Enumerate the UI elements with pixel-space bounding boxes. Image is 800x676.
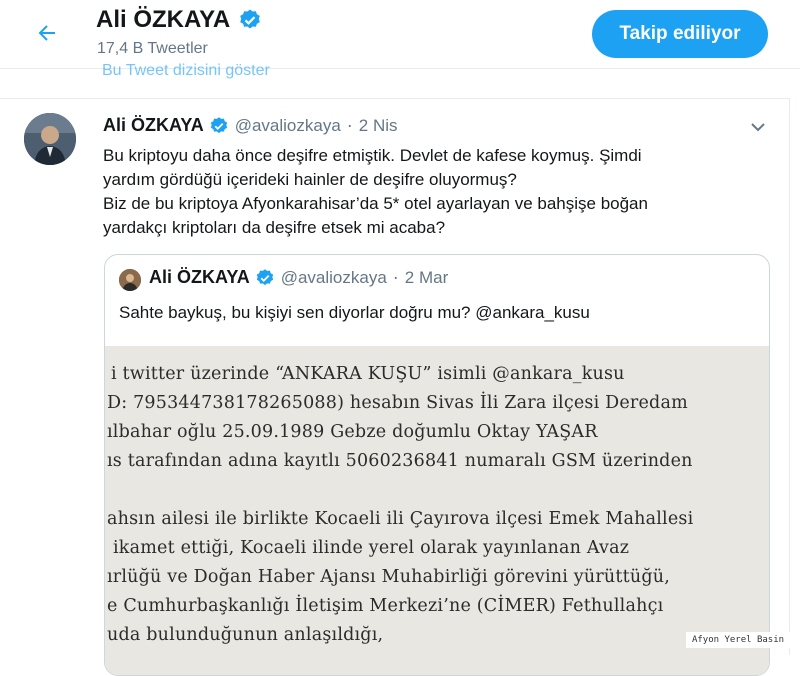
document-line: ıs tarafından adına kayıtlı 5060236841 n…: [107, 451, 693, 471]
watermark: Afyon Yerel Basin: [686, 632, 790, 648]
quoted-text: Sahte baykuş, bu kişiyi sen diyorlar doğ…: [119, 303, 590, 322]
chevron-down-icon: [751, 123, 765, 132]
document-line: ılbahar oğlu 25.09.1989 Gebze doğumlu Ok…: [107, 422, 598, 442]
document-line: ikamet ettiği, Kocaeli ilinde yerel olar…: [113, 538, 630, 558]
document-line: ırlüğü ve Doğan Haber Ajansı Muhabirliği…: [107, 567, 670, 587]
document-line: e Cumhurbaşkanlığı İletişim Merkezi’ne (…: [107, 596, 664, 616]
quoted-document-image[interactable]: i twitter üzerinde “ANKARA KUŞU” isimli …: [105, 346, 769, 675]
document-line: uda bulunduğunun anlaşıldığı,: [107, 625, 384, 645]
tweet-text-line: yardakçı kriptoları da deşifre etsek mi …: [103, 218, 446, 237]
profile-name: Ali ÖZKAYA: [96, 6, 262, 34]
quoted-author[interactable]: Ali ÖZKAYA @avaliozkaya · 2 Mar: [149, 267, 448, 288]
avatar-image: [24, 113, 76, 165]
profile-name-text: Ali ÖZKAYA: [96, 6, 231, 33]
separator-dot: ·: [346, 115, 353, 135]
document-line: ahsın ailesi ile birlikte Kocaeli ili Ça…: [107, 509, 694, 529]
profile-header: Ali ÖZKAYA 17,4 B Tweetler Takip ediliyo…: [0, 0, 800, 69]
tweet[interactable]: Ali ÖZKAYA @avaliozkaya · 2 Nis Bu kript…: [0, 98, 790, 676]
tweet-text-line: Bu kriptoyu daha önce deşifre etmiştik. …: [103, 146, 642, 165]
avatar[interactable]: [119, 269, 141, 291]
tweet-text-line: Biz de bu kriptoya Afyonkarahisar’da 5* …: [103, 194, 648, 213]
verified-badge-icon: [256, 268, 273, 285]
avatar[interactable]: [24, 113, 76, 165]
quoted-tweet[interactable]: Ali ÖZKAYA @avaliozkaya · 2 Mar Sahte ba…: [104, 254, 770, 676]
tweet-author-handle[interactable]: @avaliozkaya: [235, 116, 341, 136]
following-button[interactable]: Takip ediliyor: [592, 10, 768, 58]
tweet-text-line: yardım gördüğü içerideki hainler de deşi…: [103, 170, 517, 189]
tweet-date[interactable]: 2 Nis: [359, 116, 398, 136]
show-thread-link[interactable]: Bu Tweet dizisini göster: [102, 62, 270, 80]
back-arrow-icon: [38, 25, 55, 41]
back-button[interactable]: [30, 18, 64, 48]
tweet-text: Bu kriptoyu daha önce deşifre etmiştik. …: [103, 144, 753, 240]
avatar-image: [119, 269, 141, 291]
quoted-date[interactable]: 2 Mar: [405, 268, 448, 288]
quoted-author-handle[interactable]: @avaliozkaya: [281, 268, 387, 288]
tweet-count: 17,4 B Tweetler: [97, 40, 208, 57]
tweet-author-name[interactable]: Ali ÖZKAYA: [103, 115, 204, 136]
separator-dot: ·: [392, 267, 399, 287]
document-line: i twitter üzerinde “ANKARA KUŞU” isimli …: [111, 364, 625, 384]
tweet-menu-button[interactable]: [748, 117, 768, 142]
verified-badge-icon: [210, 116, 227, 133]
verified-badge-icon: [240, 9, 261, 29]
tweet-author[interactable]: Ali ÖZKAYA @avaliozkaya · 2 Nis: [103, 115, 398, 136]
quoted-author-name[interactable]: Ali ÖZKAYA: [149, 267, 250, 288]
document-line: D: 795344738178265088) hesabın Sivas İli…: [107, 393, 688, 413]
